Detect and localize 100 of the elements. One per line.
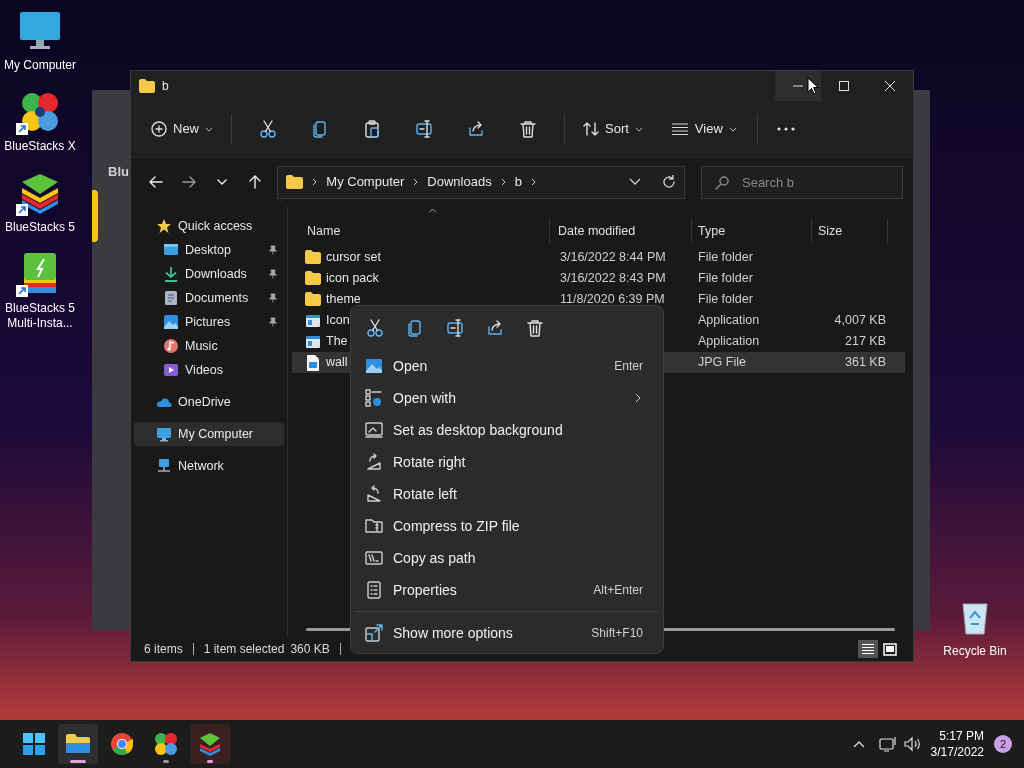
rename-icon <box>415 120 433 138</box>
menu-item[interactable]: Rotate left <box>351 478 663 510</box>
maximize-icon <box>839 81 849 91</box>
speaker-icon[interactable] <box>902 736 921 752</box>
chevron-down-icon <box>634 126 643 132</box>
shortcut-text: Enter <box>614 358 643 375</box>
chevron-down-icon[interactable] <box>629 178 641 186</box>
notification-badge[interactable]: 2 <box>994 735 1012 753</box>
share-icon <box>467 120 485 138</box>
chevron-right-icon <box>312 178 318 186</box>
chevron-right-icon <box>500 178 506 186</box>
desktop-icon <box>163 242 179 258</box>
desktop-icon-label[interactable]: Recycle Bin <box>943 642 1007 660</box>
menu-item[interactable]: Open with <box>351 382 663 414</box>
breadcrumb-item[interactable]: b <box>514 172 522 192</box>
forward-arrow-icon <box>180 174 197 190</box>
file-row[interactable]: icon pack 3/16/2022 8:43 PM File folder <box>292 268 905 289</box>
folder-icon <box>139 79 155 93</box>
menu-item[interactable]: Copy as path <box>351 542 663 574</box>
application-window-icon <box>305 312 321 329</box>
file-row[interactable]: cursor set 3/16/2022 8:44 PM File folder <box>292 247 905 268</box>
column-header[interactable]: Date modified <box>550 219 692 243</box>
tiles-view-button[interactable] <box>880 640 900 658</box>
taskbar-button[interactable] <box>190 724 230 764</box>
video-icon <box>163 362 179 378</box>
start-windows-icon <box>21 731 47 757</box>
column-header[interactable]: Size <box>812 219 888 243</box>
nav-item[interactable]: Desktop <box>134 238 284 262</box>
plus-circle-icon <box>151 121 167 137</box>
document-icon <box>163 290 179 306</box>
nav-item[interactable]: Videos <box>134 358 284 382</box>
details-view-button[interactable] <box>858 640 878 658</box>
refresh-icon[interactable] <box>662 175 676 189</box>
rotate-right-icon <box>365 453 383 471</box>
file-name: Icon <box>326 312 350 330</box>
folder-icon <box>305 270 321 287</box>
chrome-logo-icon <box>109 731 135 757</box>
view-button[interactable]: View <box>662 113 745 145</box>
sort-arrows-icon <box>583 121 599 137</box>
application-window-icon <box>305 333 321 350</box>
file-name: cursor set <box>326 249 381 267</box>
bluestacks-x-logo-icon <box>153 731 179 757</box>
search-icon <box>715 175 729 190</box>
desktop-icon-label[interactable]: BlueStacks 5 <box>0 220 80 235</box>
app-list-icon <box>365 389 383 407</box>
menu-item[interactable]: Open Enter <box>351 350 663 382</box>
list-lines-icon <box>670 123 689 135</box>
file-date: 11/8/2020 6:39 PM <box>559 291 666 309</box>
nav-item[interactable]: Downloads <box>134 262 284 286</box>
paste-icon <box>363 120 381 138</box>
file-type: Application <box>697 333 761 351</box>
menu-item[interactable]: Compress to ZIP file <box>351 510 663 542</box>
desktop-icon-label[interactable]: My Computer <box>0 58 80 73</box>
file-name: wall <box>326 354 348 372</box>
minimize-button[interactable] <box>775 71 821 101</box>
chevron-right-icon <box>530 178 536 186</box>
nav-item[interactable]: My Computer <box>134 422 284 446</box>
star-icon <box>156 218 172 234</box>
delete-icon <box>526 319 544 337</box>
file-name: icon pack <box>326 270 379 288</box>
menu-item[interactable]: Rotate right <box>351 446 663 478</box>
file-name: The <box>326 333 348 351</box>
desktop-icon-label[interactable]: BlueStacks 5 Multi-Insta... <box>0 301 80 331</box>
chevron-right-icon <box>413 178 419 186</box>
file-date: 3/16/2022 8:43 PM <box>559 270 667 288</box>
external-box-icon <box>365 624 383 642</box>
monitor-icon <box>156 426 172 442</box>
file-type: JPG File <box>697 354 747 372</box>
nav-item[interactable]: Quick access <box>134 214 284 238</box>
new-button[interactable]: New <box>145 113 219 145</box>
clock-button[interactable]: 5:17 PM 3/17/2022 <box>930 728 984 760</box>
file-type: File folder <box>697 270 754 288</box>
rotate-left-icon <box>365 485 383 503</box>
nav-item[interactable]: Documents <box>134 286 284 310</box>
folder-icon <box>305 249 321 266</box>
path-icon <box>365 549 383 567</box>
menu-item[interactable]: Properties Alt+Enter <box>351 574 663 606</box>
sort-button[interactable]: Sort <box>577 113 649 145</box>
column-header[interactable]: Type <box>692 219 812 243</box>
copy-icon <box>406 319 424 337</box>
nav-item[interactable]: Music <box>134 334 284 358</box>
network-icon[interactable] <box>878 736 897 752</box>
nav-item[interactable]: Pictures <box>134 310 284 334</box>
music-note-icon <box>163 338 179 354</box>
nav-item[interactable]: OneDrive <box>134 390 284 414</box>
breadcrumb-item[interactable]: Downloads <box>427 172 492 192</box>
ellipsis-icon <box>776 127 795 131</box>
address-bar[interactable]: My Computer Downloads b <box>277 165 685 199</box>
search-field[interactable]: Search b <box>701 165 903 199</box>
taskbar-button[interactable] <box>58 724 98 764</box>
breadcrumb-item[interactable]: My Computer <box>326 172 405 192</box>
nav-item[interactable]: Network <box>134 454 284 478</box>
column-header[interactable]: Name <box>288 219 550 243</box>
menu-item[interactable]: Set as desktop background <box>351 414 663 446</box>
desktop-icon-label[interactable]: BlueStacks X <box>0 139 80 154</box>
image-file-icon <box>305 354 321 371</box>
monitor-picture-icon <box>365 421 383 439</box>
chevron-up-icon[interactable] <box>852 740 865 748</box>
menu-item[interactable]: Show more options Shift+F10 <box>351 617 663 649</box>
file-size: 217 KB <box>844 333 886 351</box>
